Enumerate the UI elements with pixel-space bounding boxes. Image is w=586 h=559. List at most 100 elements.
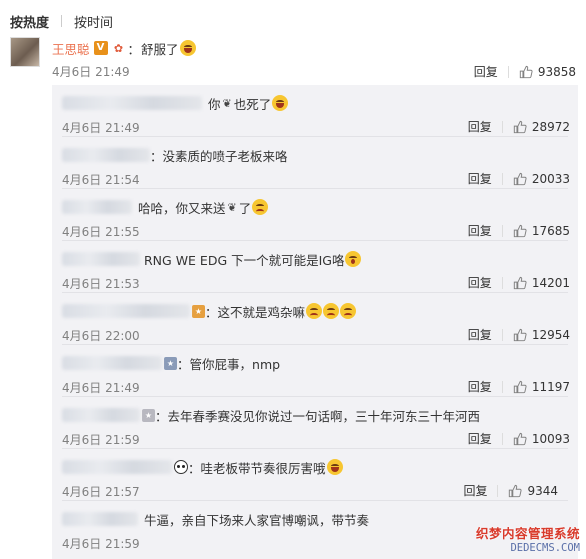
reply-text-2: 了 bbox=[238, 200, 252, 216]
like-button[interactable]: 11197 bbox=[513, 380, 570, 394]
blurred-username[interactable] bbox=[62, 356, 162, 370]
thumbs-up-icon bbox=[513, 224, 527, 237]
colon: ： bbox=[177, 356, 190, 372]
like-button[interactable]: 28972 bbox=[513, 120, 570, 134]
blurred-username[interactable] bbox=[62, 512, 138, 526]
thumbs-up-icon bbox=[513, 328, 527, 341]
reply-item: ： 哇老板带节奏很厉害哦 4月6日 21:57 回复 9344 bbox=[52, 449, 578, 501]
like-count: 14201 bbox=[531, 275, 570, 290]
reply-item: ★ ： 去年春季赛没见你说过一句话啊，三十年河东三十年河西 4月6日 21:59… bbox=[52, 397, 578, 449]
reply-actions: 回复 11197 bbox=[468, 378, 570, 395]
main-comment: 王思聪 V ✿ ： 舒服了 4月6日 21:49 回复 93858 bbox=[10, 37, 576, 81]
reply-actions: 回复 20033 bbox=[468, 170, 570, 187]
sad-emoji-icon bbox=[323, 303, 340, 319]
reply-actions: 回复 14201 bbox=[468, 274, 570, 291]
action-divider bbox=[501, 432, 503, 445]
comment-timestamp: 4月6日 21:49 bbox=[52, 65, 130, 79]
sort-by-time-tab[interactable]: 按时间 bbox=[74, 12, 113, 31]
reply-timestamp: 4月6日 21:59 bbox=[62, 433, 140, 447]
reply-button[interactable]: 回复 bbox=[468, 170, 492, 187]
reply-text: 牛逼，亲自下场来人家官博嘲讽，带节奏 bbox=[144, 512, 370, 528]
like-button[interactable]: 17685 bbox=[513, 224, 570, 238]
reply-text: 没素质的喷子老板来咯 bbox=[162, 148, 288, 164]
reply-timestamp: 4月6日 21:49 bbox=[62, 121, 140, 135]
action-divider bbox=[501, 276, 503, 289]
sort-by-hot-tab[interactable]: 按热度 bbox=[10, 12, 49, 31]
comment-actions: 回复 93858 bbox=[474, 63, 576, 80]
reply-item: 你 ❦ 也死了 4月6日 21:49 回复 28972 bbox=[52, 85, 578, 137]
like-count: 12954 bbox=[531, 327, 570, 342]
blurred-username[interactable] bbox=[62, 408, 140, 422]
reply-button[interactable]: 回复 bbox=[468, 326, 492, 343]
thumbs-up-icon bbox=[513, 120, 527, 133]
like-button[interactable]: 93858 bbox=[519, 65, 576, 79]
reply-text: RNG WE EDG 下一个就可能是IG咯 bbox=[144, 252, 345, 268]
like-count: 10093 bbox=[531, 431, 570, 446]
sort-divider bbox=[61, 15, 63, 27]
reply-timestamp: 4月6日 22:00 bbox=[62, 329, 140, 343]
colon: ： bbox=[155, 408, 168, 424]
blurred-username[interactable] bbox=[62, 96, 202, 110]
thumbs-up-icon bbox=[513, 380, 527, 393]
like-button[interactable]: 9344 bbox=[508, 484, 558, 498]
reply-timestamp: 4月6日 21:54 bbox=[62, 173, 140, 187]
thumbs-up-icon bbox=[513, 432, 527, 445]
main-comment-line: 王思聪 V ✿ ： 舒服了 bbox=[52, 39, 196, 57]
reply-text: 你 bbox=[208, 96, 221, 112]
reply-button[interactable]: 回复 bbox=[468, 430, 492, 447]
reply-text: 管你屁事，nmp bbox=[189, 356, 281, 372]
reply-button[interactable]: 回复 bbox=[468, 378, 492, 395]
laughing-emoji-icon bbox=[272, 95, 289, 111]
thumbs-up-icon bbox=[509, 484, 523, 497]
reply-actions: 回复 28972 bbox=[468, 118, 570, 135]
reply-text: 去年春季赛没见你说过一句话啊，三十年河东三十年河西 bbox=[167, 408, 481, 424]
member-badge-icon: ★ bbox=[164, 356, 177, 370]
colon: ： bbox=[150, 148, 163, 164]
reply-button[interactable]: 回复 bbox=[468, 118, 492, 135]
reply-item: 哈哈，你又来送 ❦ 了 4月6日 21:55 回复 17685 bbox=[52, 189, 578, 241]
reply-item: ★ ： 这不就是鸡杂嘛 4月6日 22:00 回复 12954 bbox=[52, 293, 578, 345]
action-divider bbox=[501, 172, 503, 185]
reply-button[interactable]: 回复 bbox=[463, 482, 487, 499]
laughing-emoji-icon bbox=[179, 40, 196, 56]
reply-actions: 回复 10093 bbox=[468, 430, 570, 447]
blurred-username[interactable] bbox=[62, 304, 190, 318]
verified-icon: V bbox=[93, 41, 108, 55]
reply-actions: 回复 17685 bbox=[468, 222, 570, 239]
reply-text: 哈哈，你又来送 bbox=[138, 200, 226, 216]
colon: ： bbox=[188, 460, 201, 476]
thumbs-up-icon bbox=[519, 65, 533, 78]
pig-emoji-icon: ❦ bbox=[222, 96, 232, 110]
avatar[interactable] bbox=[10, 37, 40, 67]
surprised-emoji-icon bbox=[345, 251, 362, 267]
panda-icon bbox=[174, 460, 188, 474]
reply-item: RNG WE EDG 下一个就可能是IG咯 4月6日 21:53 回复 1420… bbox=[52, 241, 578, 293]
reply-text-2: 也死了 bbox=[233, 96, 272, 112]
fan-badge-icon: ✿ bbox=[113, 41, 124, 55]
reply-timestamp: 4月6日 21:53 bbox=[62, 277, 140, 291]
commenter-name[interactable]: 王思聪 bbox=[52, 39, 90, 58]
blurred-username[interactable] bbox=[62, 460, 172, 474]
reply-timestamp: 4月6日 21:49 bbox=[62, 381, 140, 395]
like-button[interactable]: 12954 bbox=[513, 328, 570, 342]
blurred-username[interactable] bbox=[62, 148, 150, 162]
action-divider bbox=[501, 224, 503, 237]
action-divider bbox=[501, 328, 503, 341]
reply-text: 这不就是鸡杂嘛 bbox=[217, 304, 306, 320]
action-divider bbox=[497, 484, 499, 497]
reply-button[interactable]: 回复 bbox=[468, 274, 492, 291]
action-divider bbox=[501, 120, 503, 133]
like-button[interactable]: 10093 bbox=[513, 432, 570, 446]
reply-button[interactable]: 回复 bbox=[474, 63, 498, 80]
blurred-username[interactable] bbox=[62, 252, 140, 266]
like-count: 9344 bbox=[527, 483, 558, 498]
thumbs-up-icon bbox=[513, 172, 527, 185]
like-button[interactable]: 14201 bbox=[513, 276, 570, 290]
like-button[interactable]: 20033 bbox=[513, 172, 570, 186]
blurred-username[interactable] bbox=[62, 200, 132, 214]
reply-timestamp: 4月6日 21:57 bbox=[62, 485, 140, 499]
reply-button[interactable]: 回复 bbox=[468, 222, 492, 239]
sad-emoji-icon bbox=[340, 303, 357, 319]
like-count: 11197 bbox=[531, 379, 570, 394]
colon: ： bbox=[127, 41, 141, 57]
